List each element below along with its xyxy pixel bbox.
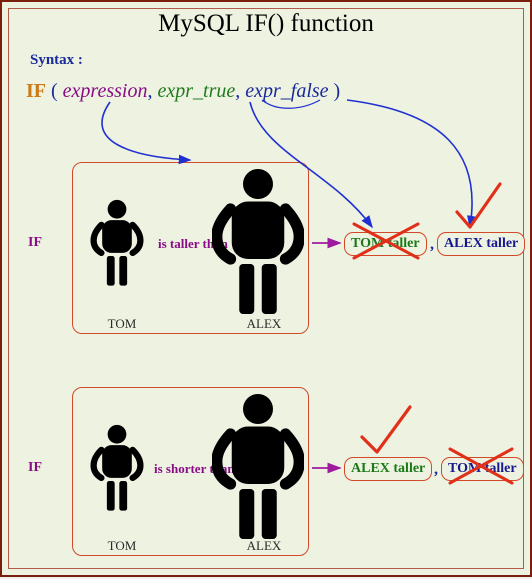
syntax-expression: expression [63,80,148,102]
syntax-line: IF ( expression, expr_true, expr_false ) [26,80,340,103]
if-label-2: IF [28,460,42,476]
syntax-expr-false: expr_false [245,80,328,102]
person-icon [212,389,304,539]
syntax-comma-1: , [147,80,157,102]
result-comma-1: , [430,236,434,254]
result-true-1: TOM taller [344,232,427,256]
syntax-open: ( [51,80,63,102]
syntax-keyword: IF [26,80,46,102]
syntax-expr-true: expr_true [157,80,235,102]
result-true-2: ALEX taller [344,457,432,481]
result-false-1: ALEX taller [437,232,525,256]
person-icon [82,182,152,302]
result-false-2: TOM taller [441,457,524,481]
syntax-close: ) [329,80,341,102]
if-label-1: IF [28,235,42,251]
syntax-label: Syntax : [30,52,83,69]
figure-name-alex-2: ALEX [234,538,294,554]
person-icon [212,164,304,314]
diagram-canvas: MySQL IF() function Syntax : IF ( expres… [0,0,532,577]
figure-name-tom-1: TOM [97,316,147,332]
syntax-comma-2: , [235,80,245,102]
figure-name-alex-1: ALEX [234,316,294,332]
page-title: MySQL IF() function [2,10,530,38]
figure-name-tom-2: TOM [97,538,147,554]
person-icon [82,407,152,527]
result-comma-2: , [434,461,438,479]
